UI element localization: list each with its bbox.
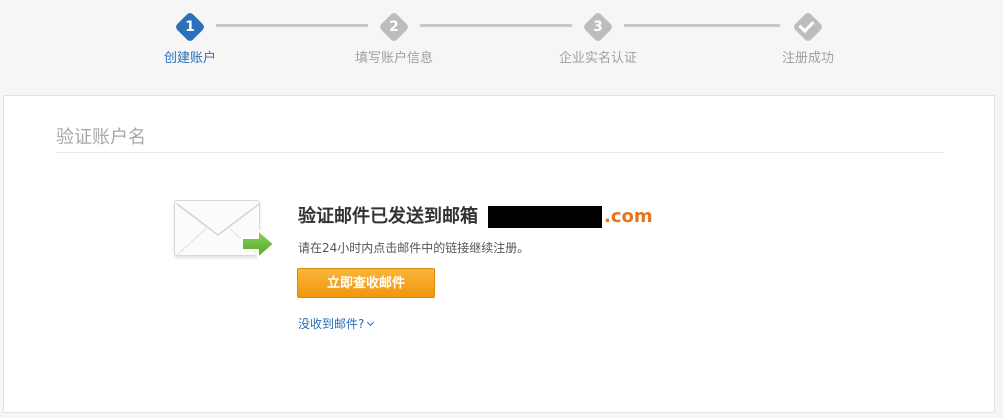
step-2-label: 填写账户信息: [354, 51, 433, 66]
step-4-marker: [792, 11, 824, 43]
step-3-marker: 3: [582, 11, 614, 43]
step-1-marker: 1: [174, 11, 206, 43]
card-divider: [56, 152, 945, 153]
step-1-number: 1: [185, 19, 195, 35]
verify-account-card: 验证账户名 验证邮件已发送到邮箱 .com 请在24小时内点击邮件中的链接继续注册…: [3, 95, 995, 413]
step-2-marker: 2: [378, 11, 410, 43]
redacted-email-block: [488, 206, 602, 228]
email-sent-message: 验证邮件已发送到邮箱 .com: [298, 202, 653, 228]
registration-stepper: 1 2 3 创建账户 填写账户信息 企业实名认证 注册成功: [0, 0, 1003, 95]
not-received-link[interactable]: 没收到邮件?: [298, 315, 375, 332]
step-4-label: 注册成功: [781, 51, 834, 66]
instruction-text: 请在24小时内点击邮件中的链接继续注册。: [298, 241, 530, 255]
card-title: 验证账户名: [56, 127, 146, 148]
step-connector-2: [420, 24, 572, 27]
step-2-number: 2: [389, 19, 399, 35]
email-domain: .com: [604, 206, 653, 227]
step-3-number: 3: [593, 19, 603, 35]
email-sent-text: 验证邮件已发送到邮箱: [298, 206, 478, 227]
arrow-right-icon: [241, 229, 275, 259]
check-mail-button[interactable]: 立即查收邮件: [297, 268, 435, 298]
chevron-down-icon: [367, 318, 375, 327]
step-connector-3: [624, 24, 780, 27]
not-received-link-label: 没收到邮件?: [298, 317, 365, 331]
step-connector-1: [216, 24, 368, 27]
step-1-label: 创建账户: [163, 51, 216, 66]
step-3-label: 企业实名认证: [558, 51, 637, 66]
